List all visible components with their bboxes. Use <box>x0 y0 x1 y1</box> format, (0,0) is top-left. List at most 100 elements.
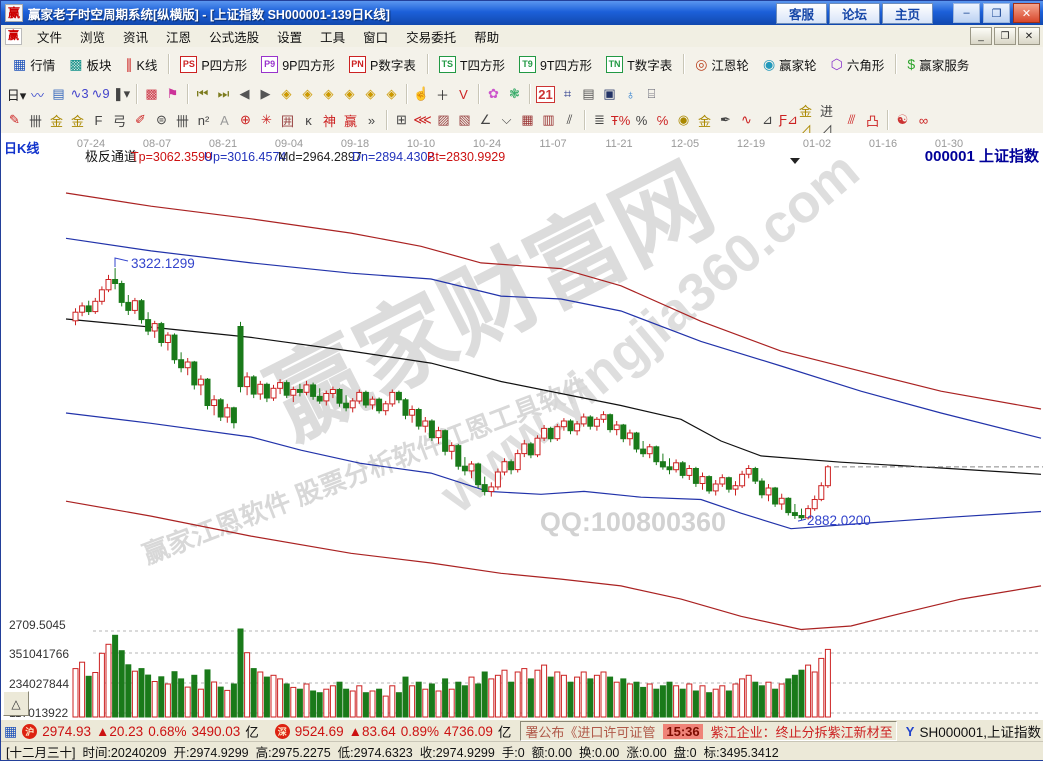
mark-triangle-button[interactable]: △ <box>3 691 29 716</box>
zigzag-icon[interactable]: 〰 <box>27 84 48 104</box>
shen-tool-icon[interactable]: 神 <box>319 110 340 130</box>
crosshair-tool-icon[interactable]: ＋ <box>432 84 453 104</box>
wave9-icon[interactable]: ∿9 <box>90 84 111 104</box>
toolbar-button-T数字表[interactable]: TNT数字表 <box>599 52 679 76</box>
yinyang-icon[interactable]: ☯ <box>892 110 913 130</box>
mdi-close-button[interactable]: ✕ <box>1018 27 1040 45</box>
diamond-hexpand-icon[interactable]: ◈ <box>318 84 339 104</box>
title-button-2[interactable]: 主页 <box>882 3 933 24</box>
menu-item-浏览[interactable]: 浏览 <box>71 25 114 48</box>
box-grid-icon[interactable]: 囲 <box>277 110 298 130</box>
f-tool-icon[interactable]: F <box>88 110 109 130</box>
menu-item-资讯[interactable]: 资讯 <box>114 25 157 48</box>
starburst-icon[interactable]: ✳ <box>256 110 277 130</box>
toolbar-button-六角形[interactable]: ⬡六角形 <box>824 52 892 76</box>
diamond-vexpand-icon[interactable]: ◈ <box>360 84 381 104</box>
n-square-icon[interactable]: n² <box>193 110 214 130</box>
diamond-right-icon[interactable]: ◈ <box>297 84 318 104</box>
period-day-dropdown[interactable]: 日▾ <box>6 84 27 104</box>
menu-item-文件[interactable]: 文件 <box>28 25 71 48</box>
toolbar-button-9T四方形[interactable]: T99T四方形 <box>512 52 599 76</box>
compass-icon[interactable]: ⊜ <box>151 110 172 130</box>
infinity-icon[interactable]: ∞ <box>913 110 934 130</box>
first-bar-icon[interactable]: ⏮ <box>192 84 213 104</box>
wave3-icon[interactable]: ∿3 <box>69 84 90 104</box>
yingjia-tool-icon[interactable]: 赢 <box>340 110 361 130</box>
vee-icon[interactable]: ⌵ <box>496 110 517 130</box>
mdi-restore-button[interactable]: ❐ <box>994 27 1016 45</box>
gold-circle-icon[interactable]: ◉ <box>673 110 694 130</box>
gold-box2-icon[interactable]: 金 <box>67 110 88 130</box>
toolbar-button-P四方形[interactable]: PSP四方形 <box>173 52 254 76</box>
restore-button[interactable]: ❐ <box>983 3 1010 23</box>
toolbar-button-江恩轮[interactable]: ◎江恩轮 <box>688 52 756 76</box>
diamond-hshrink-icon[interactable]: ◈ <box>339 84 360 104</box>
title-button-0[interactable]: 客服 <box>776 3 827 24</box>
ruler-icon[interactable]: ≣ <box>589 110 610 130</box>
toolbar-button-9P四方形[interactable]: P99P四方形 <box>254 52 342 76</box>
calendar-icon[interactable]: 21 <box>536 86 555 103</box>
menu-item-帮助[interactable]: 帮助 <box>465 25 508 48</box>
f-angle-icon[interactable]: Ƒ⊿ <box>778 110 799 130</box>
pencil-tool-icon[interactable]: ✎ <box>4 110 25 130</box>
gann-box-icon[interactable]: ▩ <box>141 84 162 104</box>
diamond-all-icon[interactable]: ◈ <box>381 84 402 104</box>
save-floppy-icon[interactable]: ▣ <box>599 84 620 104</box>
toolbar-button-赢家服务[interactable]: $赢家服务 <box>900 52 976 76</box>
toolbar-button-赢家轮[interactable]: ◉赢家轮 <box>756 52 824 76</box>
fib-percent-icon[interactable]: Ŧ% <box>610 110 631 130</box>
grid2-icon[interactable]: ▦ <box>517 110 538 130</box>
last-bar-icon[interactable]: ⏭ <box>213 84 234 104</box>
notes-icon[interactable]: ▤ <box>578 84 599 104</box>
menu-item-设置[interactable]: 设置 <box>268 25 311 48</box>
k-notation-icon[interactable]: ĸ <box>298 110 319 130</box>
ribbon-tool-icon[interactable]: ✿ <box>483 84 504 104</box>
diamond-left-icon[interactable]: ◈ <box>276 84 297 104</box>
title-button-1[interactable]: 论坛 <box>829 3 880 24</box>
parallel-icon[interactable]: ⫽ <box>559 110 580 130</box>
gold-box1-icon[interactable]: 金 <box>46 110 67 130</box>
coil-tool-icon[interactable]: ❃ <box>504 84 525 104</box>
mdi-minimize-button[interactable]: _ <box>970 27 992 45</box>
slant-icon[interactable]: ⫻ <box>841 110 862 130</box>
candle-style-dropdown[interactable]: ❚▾ <box>111 84 132 104</box>
info-list-icon[interactable]: ▤ <box>48 84 69 104</box>
percent-icon[interactable]: % <box>631 110 652 130</box>
wave-red-icon[interactable]: ∿ <box>736 110 757 130</box>
grid3-icon[interactable]: ▥ <box>538 110 559 130</box>
news-ticker[interactable]: 署公布《进口许可证管 15:36 紫江企业：终止分拆紫江新材至 ▲▼ <box>520 721 896 741</box>
next-bar-icon[interactable]: ▶ <box>255 84 276 104</box>
gold-angle-icon[interactable]: 金⊿ <box>799 110 820 130</box>
hatch1-icon[interactable]: ▨ <box>433 110 454 130</box>
window-box-icon[interactable]: ⊞ <box>391 110 412 130</box>
menu-item-公式选股[interactable]: 公式选股 <box>200 25 268 48</box>
toolbar-button-行情[interactable]: ▦行情 <box>6 52 62 76</box>
hand-tool-icon[interactable]: ☝ <box>411 84 432 104</box>
grid-lines-icon[interactable]: 卌 <box>172 110 193 130</box>
close-button[interactable]: ✕ <box>1013 3 1040 23</box>
j-angle-icon[interactable]: ⊿ <box>757 110 778 130</box>
toolbar-button-板块[interactable]: ▩板块 <box>62 52 118 76</box>
terrace-icon[interactable]: 凸 <box>862 110 883 130</box>
brush-icon[interactable]: ✒ <box>715 110 736 130</box>
minimize-button[interactable]: – <box>953 3 980 23</box>
menu-item-工具[interactable]: 工具 <box>311 25 354 48</box>
spiral-tool-icon[interactable]: 弓 <box>109 110 130 130</box>
toolbar-button-T四方形[interactable]: TST四方形 <box>432 52 512 76</box>
flag-icon[interactable]: ⚑ <box>162 84 183 104</box>
angle-a-icon[interactable]: A <box>214 110 235 130</box>
chart-area[interactable]: 赢家财富网www.yingjia360.com赢家江恩软件 股票分析软件江恩工具… <box>1 133 1043 719</box>
menu-item-窗口[interactable]: 窗口 <box>354 25 397 48</box>
more-tools-icon[interactable]: » <box>361 110 382 130</box>
gold-levels-icon[interactable]: 金 <box>694 110 715 130</box>
jin-angle-icon[interactable]: 进⊿ <box>820 110 841 130</box>
toolbar-button-P数字表[interactable]: PNP数字表 <box>342 52 423 76</box>
prev-bar-icon[interactable]: ◀ <box>234 84 255 104</box>
toolbar-button-K线[interactable]: ∥K线 <box>119 52 165 76</box>
chart-globe-icon[interactable]: ♁ <box>620 84 641 104</box>
calculator-icon[interactable]: ⌗ <box>557 84 578 104</box>
menu-item-江恩[interactable]: 江恩 <box>157 25 200 48</box>
rays-tool-icon[interactable]: ⋘ <box>412 110 433 130</box>
hatch2-icon[interactable]: ▧ <box>454 110 475 130</box>
gann-grid-icon[interactable]: 卌 <box>25 110 46 130</box>
